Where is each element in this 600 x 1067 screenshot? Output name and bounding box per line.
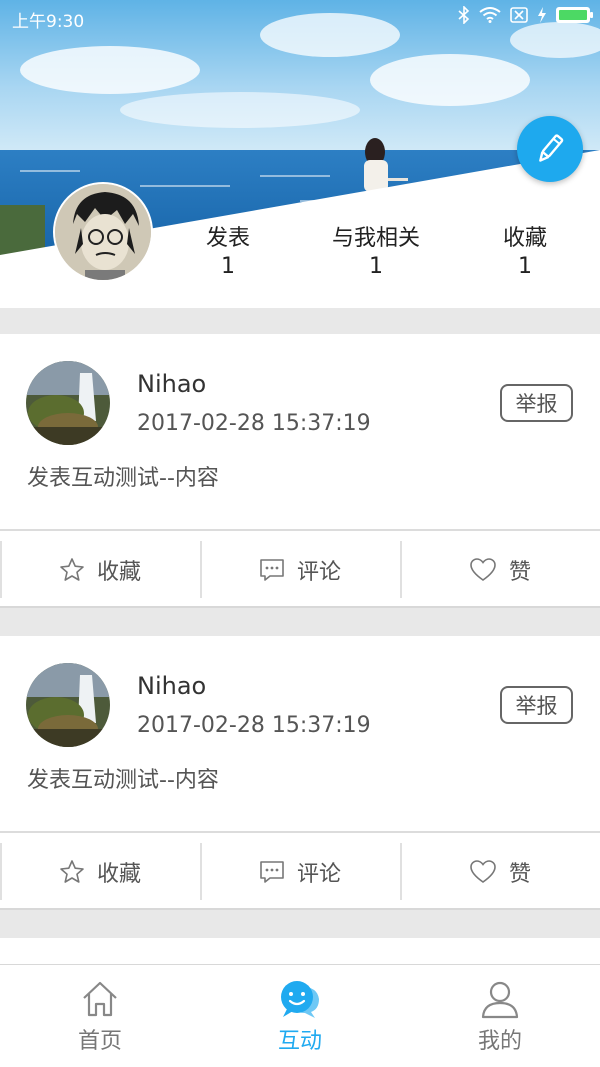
stat-favorites[interactable]: 收藏 1 (465, 224, 585, 280)
bluetooth-icon (458, 6, 470, 24)
star-icon (60, 859, 84, 883)
post-card: Nihao 2017-02-28 15:37:19 举报 发表互动测试--内容 … (0, 636, 600, 910)
post-username[interactable]: Nihao (137, 672, 206, 700)
post-card: Nihao 2017-02-28 15:37:19 举报 发表互动测试--内容 … (0, 334, 600, 608)
stat-related-value: 1 (369, 254, 383, 279)
heart-icon (470, 557, 496, 581)
post-timestamp: 2017-02-28 15:37:19 (137, 713, 371, 738)
bottom-tab-bar: 首页 互动 我的 (0, 964, 600, 1067)
comment-label: 评论 (296, 861, 341, 887)
status-time: 上午9:30 (12, 12, 85, 32)
star-icon (60, 557, 84, 581)
profile-header: 上午9:30 发表 1 与我相关 1 收藏 1 (0, 0, 600, 308)
favorite-label: 收藏 (96, 559, 141, 585)
like-button[interactable]: 赞 (400, 531, 600, 608)
post-card-partial (0, 938, 600, 964)
post-timestamp: 2017-02-28 15:37:19 (137, 411, 371, 436)
comment-button[interactable]: 评论 (200, 833, 400, 910)
avatar-image (26, 361, 110, 445)
stat-posts[interactable]: 发表 1 (168, 224, 288, 280)
chat-bubbles-icon (281, 981, 319, 1018)
heart-icon (470, 859, 496, 883)
post-content[interactable]: 发表互动测试--内容 (27, 762, 219, 794)
post-content[interactable]: 发表互动测试--内容 (27, 460, 219, 492)
stat-posts-value: 1 (221, 254, 235, 279)
favorite-label: 收藏 (96, 861, 141, 887)
post-action-bar: 收藏 评论 赞 (0, 531, 600, 608)
report-button[interactable]: 举报 (500, 384, 573, 422)
status-bar: 上午9:30 (0, 0, 600, 34)
stat-favorites-label: 收藏 (502, 226, 547, 251)
post-author-avatar[interactable] (26, 361, 110, 445)
profile-avatar[interactable] (53, 182, 153, 282)
like-label: 赞 (508, 559, 531, 585)
user-icon (481, 981, 519, 1019)
stat-favorites-value: 1 (518, 254, 532, 279)
favorite-button[interactable]: 收藏 (0, 833, 200, 910)
stat-related-label: 与我相关 (331, 226, 420, 251)
like-label: 赞 (508, 861, 531, 887)
tab-home-label: 首页 (77, 1029, 122, 1054)
favorite-button[interactable]: 收藏 (0, 531, 200, 608)
comment-icon (260, 860, 284, 883)
tab-interact[interactable]: 互动 (200, 965, 400, 1067)
stat-posts-label: 发表 (205, 226, 250, 251)
no-sim-icon (510, 7, 528, 23)
post-author-avatar[interactable] (26, 663, 110, 747)
post-username[interactable]: Nihao (137, 370, 206, 398)
avatar-image (55, 184, 151, 280)
tab-profile[interactable]: 我的 (400, 965, 600, 1067)
avatar-image (26, 663, 110, 747)
tab-home[interactable]: 首页 (0, 965, 200, 1067)
post-action-bar: 收藏 评论 赞 (0, 833, 600, 910)
comment-button[interactable]: 评论 (200, 531, 400, 608)
compose-post-button[interactable] (517, 116, 583, 182)
charging-icon (538, 7, 546, 23)
battery-icon (556, 7, 593, 23)
stat-related[interactable]: 与我相关 1 (316, 224, 436, 280)
tab-profile-label: 我的 (477, 1029, 522, 1054)
report-button[interactable]: 举报 (500, 686, 573, 724)
pencil-icon (539, 134, 564, 162)
wifi-icon (479, 7, 501, 23)
tab-interact-label: 互动 (277, 1029, 322, 1054)
comment-icon (260, 558, 284, 581)
comment-label: 评论 (296, 559, 341, 585)
home-icon (83, 981, 117, 1017)
like-button[interactable]: 赞 (400, 833, 600, 910)
